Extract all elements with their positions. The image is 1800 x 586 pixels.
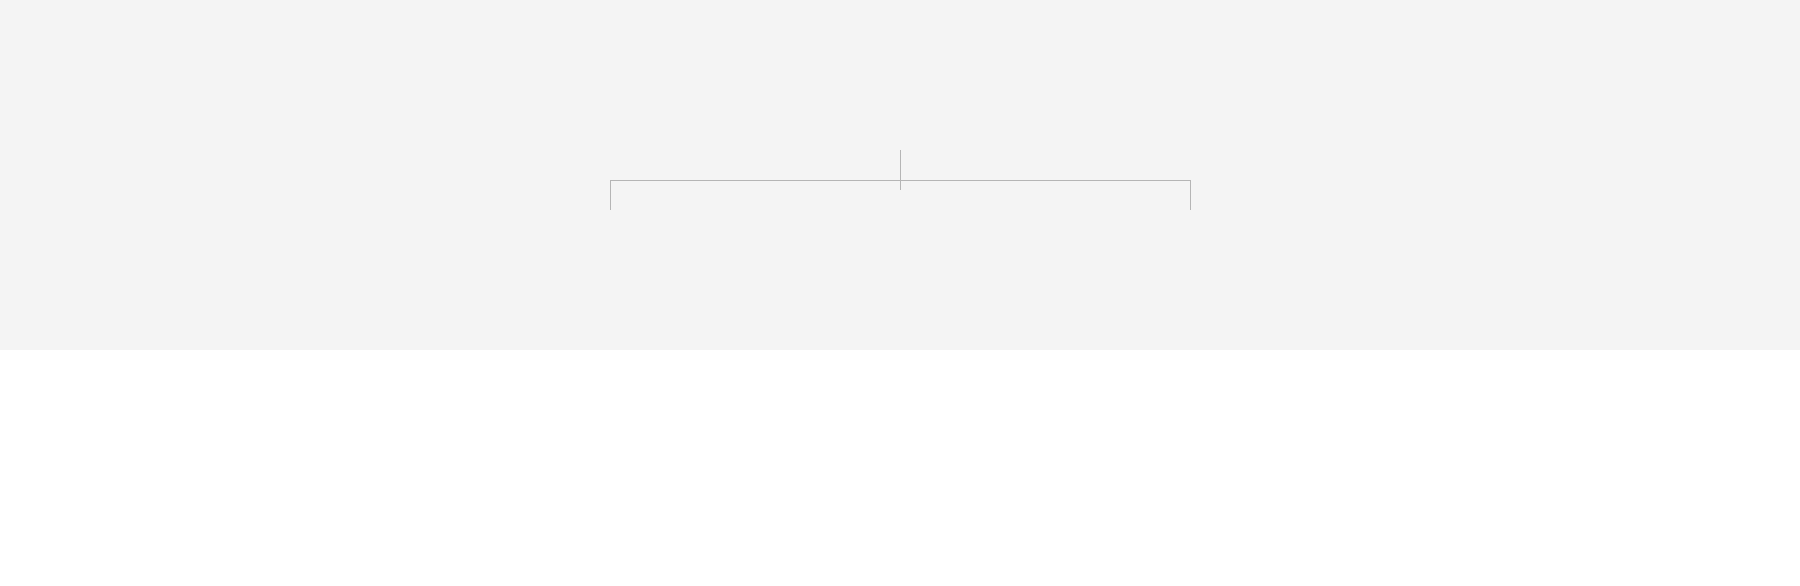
diagram-canvas	[0, 0, 1800, 350]
tree-connector-diagram	[610, 150, 1191, 210]
blank-content-area	[0, 350, 1800, 586]
page	[0, 0, 1800, 586]
